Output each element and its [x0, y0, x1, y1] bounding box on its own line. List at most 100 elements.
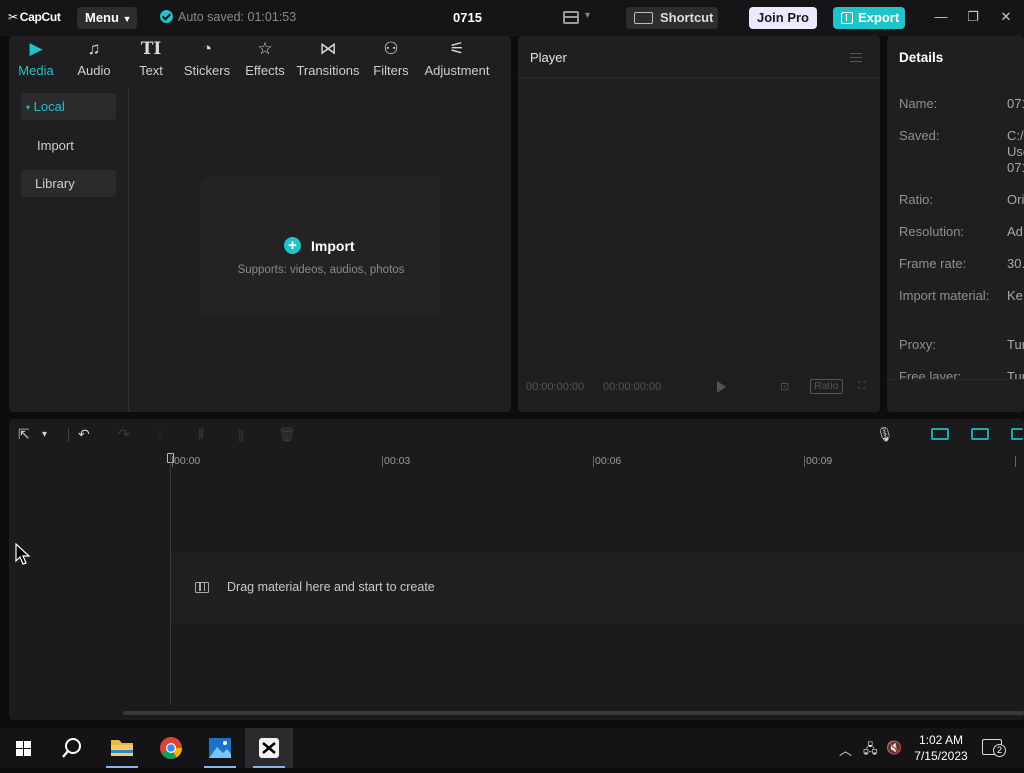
tab-adjustment[interactable]: ⚟ Adjustment: [422, 38, 492, 80]
clock-date: 7/15/2023: [914, 749, 968, 763]
microphone-icon[interactable]: 🎙: [876, 426, 894, 443]
timeline-ruler[interactable]: 00:00 00:03 00:06 00:09: [9, 452, 1024, 470]
detail-value-frame-rate: 30.: [1007, 256, 1024, 271]
transitions-icon: ⋈: [319, 39, 337, 58]
system-clock[interactable]: 1:02 AM 7/15/2023: [912, 732, 970, 764]
layout-icon[interactable]: [563, 11, 579, 24]
shortcut-label: Shortcut: [660, 10, 714, 25]
taskbar-capcut[interactable]: [245, 728, 293, 768]
chevron-down-icon: ▾: [26, 103, 31, 112]
start-button[interactable]: [0, 728, 48, 768]
tab-effects[interactable]: ☆ Effects: [235, 38, 295, 80]
export-icon: [841, 12, 853, 24]
preview-axis-icon[interactable]: [1011, 428, 1023, 440]
split-icon[interactable]: ⫶: [158, 426, 162, 443]
tab-label: Filters: [373, 63, 409, 78]
photos-icon: [209, 738, 231, 758]
menu-label: Menu: [85, 10, 119, 25]
tab-label: Text: [139, 63, 163, 78]
menu-button[interactable]: Menu ▼: [77, 7, 137, 29]
player-panel: Player 00:00:00:00 00:00:00:00 ⊡ Ratio ⛶: [518, 36, 880, 412]
volume-muted-icon[interactable]: 🔇: [886, 740, 902, 756]
film-icon: [195, 582, 209, 593]
undo-icon[interactable]: ↶: [78, 426, 90, 443]
network-icon[interactable]: 🖧: [863, 740, 878, 762]
redo-icon[interactable]: ↷: [118, 426, 130, 443]
search-icon: [62, 738, 81, 758]
detail-label-proxy: Proxy:: [899, 337, 936, 352]
play-icon[interactable]: [717, 381, 726, 393]
restore-icon[interactable]: ❐: [965, 9, 981, 25]
sidebar-item-import[interactable]: Import: [21, 132, 116, 159]
text-icon: TI: [140, 39, 162, 59]
export-label: Export: [858, 10, 900, 25]
tab-audio[interactable]: ♫ Audio: [64, 38, 124, 80]
detail-value-proxy: Tur: [1007, 337, 1024, 352]
detail-value-name: 071: [1007, 96, 1024, 111]
link-icon[interactable]: [931, 428, 949, 440]
delete-icon[interactable]: 🗑: [278, 426, 296, 443]
search-button[interactable]: [48, 728, 96, 768]
import-subtitle: Supports: videos, audios, photos: [237, 264, 405, 276]
tab-filters[interactable]: ⚇ Filters: [361, 38, 421, 80]
tab-label: Effects: [245, 63, 285, 78]
taskbar-photos[interactable]: [196, 728, 244, 768]
effects-icon: ☆: [257, 39, 273, 58]
detail-label-ratio: Ratio:: [899, 192, 933, 207]
media-sidebar: ▾ Local Import Library: [9, 86, 129, 412]
media-panel: ▶ Media ♫ Audio TI Text ◔ Stickers ☆ Eff…: [9, 36, 511, 412]
chevron-down-icon[interactable]: ▾: [585, 10, 590, 21]
detail-value-ratio: Ori: [1007, 192, 1024, 207]
capcut-logo-icon: ✂: [8, 10, 18, 24]
import-dropzone[interactable]: + Import Supports: videos, audios, photo…: [201, 177, 441, 316]
capcut-icon: [259, 738, 279, 758]
fullscreen-icon[interactable]: ⛶: [858, 380, 866, 393]
folder-icon: [111, 740, 133, 756]
keyboard-icon: [634, 12, 653, 24]
notification-count-badge: 2: [993, 744, 1006, 757]
detail-value-import-material: Ke: [1007, 288, 1023, 303]
chevron-up-icon[interactable]: ︿: [839, 740, 852, 759]
project-title[interactable]: 0715: [453, 10, 482, 25]
tab-stickers[interactable]: ◔ Stickers: [177, 38, 237, 80]
timeline-scrollbar[interactable]: [123, 711, 1024, 715]
import-title: Import: [311, 238, 355, 254]
total-time: 00:00:00:00: [603, 381, 662, 393]
menu-icon[interactable]: [850, 53, 862, 62]
main-track-dropzone[interactable]: Drag material here and start to create: [171, 553, 1024, 623]
taskbar-file-explorer[interactable]: [98, 728, 146, 768]
ruler-tick: 00:03: [381, 455, 411, 467]
tab-label: Adjustment: [424, 63, 490, 78]
minimize-icon[interactable]: —: [933, 9, 949, 24]
tab-label: Media: [18, 63, 54, 78]
zoom-fit-icon[interactable]: ⊡: [780, 380, 789, 393]
join-pro-button[interactable]: Join Pro: [749, 7, 817, 29]
ratio-button[interactable]: Ratio: [810, 379, 843, 394]
taskbar-chrome[interactable]: [147, 728, 195, 768]
media-icon: ▶: [29, 39, 43, 58]
detail-value-saved: C:/ Use 071: [1007, 128, 1024, 175]
check-circle-icon: [160, 10, 173, 23]
export-button[interactable]: Export: [833, 7, 905, 29]
close-icon[interactable]: ✕: [998, 9, 1014, 25]
notifications-icon[interactable]: 2: [982, 739, 1006, 757]
timeline-toolbar: ⇱ ▾ ↶ ↷ ⫶ ⫴ ⫵ 🗑 🎙: [9, 419, 1024, 451]
tab-media[interactable]: ▶ Media: [6, 38, 66, 80]
chevron-down-icon[interactable]: ▾: [42, 429, 47, 440]
split-left-icon[interactable]: ⫴: [198, 426, 204, 443]
sidebar-item-local[interactable]: ▾ Local: [21, 93, 116, 120]
ruler-tick: 00:06: [592, 455, 622, 467]
mouse-cursor-icon: [15, 543, 31, 565]
details-panel: Details Name: 071 Saved: C:/ Use 071 Rat…: [887, 36, 1024, 412]
chrome-icon: [160, 737, 182, 759]
sidebar-item-library[interactable]: Library: [21, 170, 116, 197]
select-tool-icon[interactable]: ⇱: [18, 426, 30, 443]
shortcut-button[interactable]: Shortcut: [626, 7, 718, 29]
magnet-icon[interactable]: [971, 428, 989, 440]
autosave-status: Auto saved: 01:01:53: [160, 10, 296, 24]
split-right-icon[interactable]: ⫵: [238, 426, 244, 443]
clock-time: 1:02 AM: [918, 733, 964, 747]
chevron-down-icon: ▼: [122, 14, 132, 24]
tab-text[interactable]: TI Text: [121, 38, 181, 80]
tab-transitions[interactable]: ⋈ Transitions: [293, 38, 363, 80]
